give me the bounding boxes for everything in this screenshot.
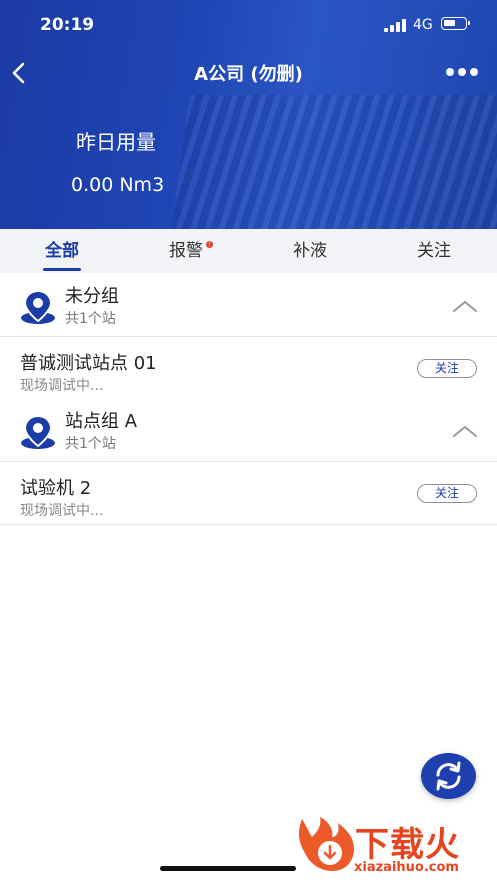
- group-name: 未分组: [65, 286, 119, 307]
- tab-refill[interactable]: 补液: [248, 229, 372, 273]
- header-banner: 20:19 4G A公司 (勿删) 昨日用量 0.00 Nm3: [0, 0, 497, 229]
- station-row[interactable]: 普诚测试站点 01 现场调试中... 关注: [0, 337, 497, 400]
- battery-icon: [441, 17, 470, 30]
- refresh-button[interactable]: [421, 753, 476, 799]
- home-indicator[interactable]: [160, 866, 296, 871]
- station-name: 普诚测试站点 01: [20, 353, 157, 374]
- watermark-logo: 下载火 xiazaihuo.com: [292, 815, 497, 883]
- tab-label: 全部: [45, 241, 79, 261]
- follow-button[interactable]: 关注: [417, 359, 477, 378]
- tab-active-indicator: [43, 268, 81, 271]
- group-count: 共1个站: [65, 311, 116, 327]
- page-title: A公司 (勿删): [194, 64, 303, 85]
- station-row[interactable]: 试验机 2 现场调试中... 关注: [0, 462, 497, 525]
- banner-background-image: [170, 95, 497, 229]
- more-icon[interactable]: [446, 68, 478, 78]
- station-status: 现场调试中...: [20, 503, 104, 519]
- location-pin-icon: [19, 413, 57, 451]
- refresh-icon: [436, 761, 461, 791]
- status-bar: 20:19 4G: [0, 0, 497, 52]
- status-time: 20:19: [40, 15, 95, 35]
- tab-bar: 全部 报警 ! 补液 关注: [0, 229, 497, 273]
- tab-label: 补液: [293, 241, 327, 261]
- chevron-up-icon[interactable]: [452, 423, 478, 437]
- location-pin-icon: [19, 288, 57, 326]
- usage-label: 昨日用量: [76, 130, 156, 154]
- station-name: 试验机 2: [20, 478, 92, 499]
- tab-alarm[interactable]: 报警 !: [124, 229, 248, 273]
- chevron-up-icon[interactable]: [452, 298, 478, 312]
- group-header[interactable]: 未分组 共1个站: [0, 274, 497, 337]
- tab-all[interactable]: 全部: [0, 229, 124, 273]
- station-status: 现场调试中...: [20, 378, 104, 394]
- network-type: 4G: [413, 17, 433, 33]
- alarm-badge-icon: !: [206, 241, 213, 248]
- watermark-url: xiazaihuo.com: [354, 860, 459, 875]
- group-count: 共1个站: [65, 436, 116, 452]
- signal-icon: [384, 18, 406, 32]
- watermark-brand: 下载火: [355, 825, 460, 865]
- group-name: 站点组 A: [65, 411, 138, 432]
- tab-label: 关注: [417, 241, 451, 261]
- tab-follow[interactable]: 关注: [372, 229, 496, 273]
- follow-button[interactable]: 关注: [417, 484, 477, 503]
- group-header[interactable]: 站点组 A 共1个站: [0, 399, 497, 462]
- usage-value: 0.00 Nm3: [71, 174, 165, 196]
- tab-label: 报警: [169, 241, 203, 261]
- flame-logo-icon: [299, 817, 354, 871]
- nav-bar: A公司 (勿删): [0, 52, 497, 94]
